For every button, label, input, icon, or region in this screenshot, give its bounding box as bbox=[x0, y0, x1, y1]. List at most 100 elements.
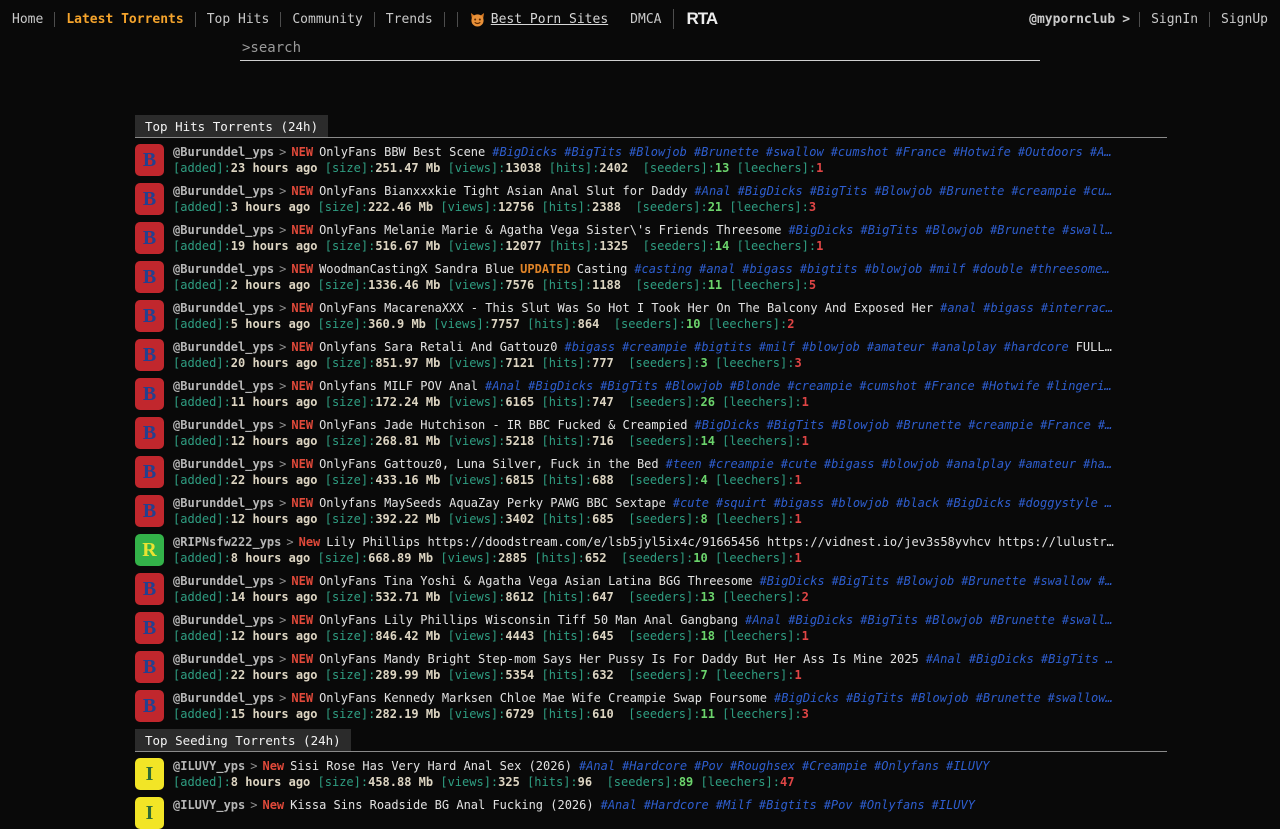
signin-button[interactable]: SignIn bbox=[1139, 12, 1209, 27]
user-avatar[interactable]: B bbox=[135, 183, 164, 215]
tag-link[interactable]: #ILUVY bbox=[932, 798, 975, 812]
username-link[interactable]: @Burunddel_yps bbox=[173, 652, 274, 666]
tag-link[interactable]: #Blowjob bbox=[665, 379, 723, 393]
torrent-title[interactable]: Kissa Sins Roadside BG Anal Fucking (202… bbox=[290, 798, 593, 812]
tag-link[interactable]: #BigTits bbox=[810, 184, 868, 198]
tag-link[interactable]: #ILUVY bbox=[946, 759, 989, 773]
tag-link[interactable]: #Brunette bbox=[976, 691, 1041, 705]
tag-link[interactable]: #anal bbox=[699, 262, 735, 276]
tag-link[interactable]: #threesome… bbox=[1030, 262, 1109, 276]
tag-link[interactable]: #France bbox=[924, 379, 975, 393]
tag-link[interactable]: #BigTits bbox=[767, 418, 825, 432]
tag-link[interactable]: … bbox=[1106, 652, 1113, 666]
tag-link[interactable]: #BigTits bbox=[832, 574, 890, 588]
tag-link[interactable]: #bigass bbox=[742, 262, 793, 276]
tag-link[interactable]: #Anal bbox=[695, 184, 731, 198]
tag-link[interactable]: #milf bbox=[929, 262, 965, 276]
nav-item-top-hits[interactable]: Top Hits bbox=[196, 12, 282, 27]
tag-link[interactable]: #BigDicks bbox=[788, 223, 853, 237]
tag-link[interactable]: #lingeri… bbox=[1047, 379, 1112, 393]
tag-link[interactable]: #cumshot bbox=[831, 145, 889, 159]
section-title[interactable]: Top Seeding Torrents (24h) bbox=[135, 729, 351, 751]
tag-link[interactable]: #bigass bbox=[824, 457, 875, 471]
tag-link[interactable]: #bigass bbox=[983, 301, 1034, 315]
torrent-title[interactable]: OnlyFans Gattouz0, Luna Silver, Fuck in … bbox=[319, 457, 659, 471]
tag-link[interactable]: #Blowjob bbox=[629, 145, 687, 159]
torrent-title[interactable]: OnlyFans Tina Yoshi & Agatha Vega Asian … bbox=[319, 574, 752, 588]
tag-link[interactable]: #creampie bbox=[622, 340, 687, 354]
tag-link[interactable]: #France bbox=[1040, 418, 1091, 432]
tag-link[interactable]: #casting bbox=[634, 262, 692, 276]
tag-link[interactable]: … bbox=[1105, 496, 1112, 510]
tag-link[interactable]: #Hotwife bbox=[982, 379, 1040, 393]
tag-link[interactable]: #BigDicks bbox=[774, 691, 839, 705]
tag-link[interactable]: #teen bbox=[666, 457, 702, 471]
tag-link[interactable]: #Pov bbox=[824, 798, 853, 812]
tag-link[interactable]: #Brunette bbox=[896, 418, 961, 432]
torrent-title[interactable]: OnlyFans Jade Hutchison - IR BBC Fucked … bbox=[319, 418, 687, 432]
tag-link[interactable]: #… bbox=[1098, 418, 1112, 432]
tag-link[interactable]: #Brunette bbox=[961, 574, 1026, 588]
username-link[interactable]: @Burunddel_yps bbox=[173, 613, 274, 627]
user-avatar[interactable]: B bbox=[135, 573, 164, 605]
tag-link[interactable]: #BigDicks bbox=[969, 652, 1034, 666]
tag-link[interactable]: #creampie bbox=[709, 457, 774, 471]
torrent-title[interactable]: Sisi Rose Has Very Hard Anal Sex (2026) bbox=[290, 759, 572, 773]
username-link[interactable]: @Burunddel_yps bbox=[173, 418, 274, 432]
tag-link[interactable]: #amateur bbox=[1018, 457, 1076, 471]
torrent-title[interactable]: Onlyfans MILF POV Anal bbox=[319, 379, 478, 393]
tag-link[interactable]: #Brunette bbox=[990, 613, 1055, 627]
tag-link[interactable]: #BigDicks bbox=[946, 496, 1011, 510]
torrent-title[interactable]: OnlyFans Bianxxxkie Tight Asian Anal Slu… bbox=[319, 184, 687, 198]
tag-link[interactable]: #swallow bbox=[766, 145, 824, 159]
user-avatar[interactable]: B bbox=[135, 690, 164, 722]
user-avatar[interactable]: B bbox=[135, 300, 164, 332]
tag-link[interactable]: #BigDicks bbox=[528, 379, 593, 393]
tag-link[interactable]: #Onlyfans bbox=[860, 798, 925, 812]
tag-link[interactable]: #swallow… bbox=[1048, 691, 1113, 705]
tag-link[interactable]: #Blowjob bbox=[925, 613, 983, 627]
username-link[interactable]: @Burunddel_yps bbox=[173, 184, 274, 198]
tag-link[interactable]: #blowjob bbox=[802, 340, 860, 354]
tag-link[interactable]: #… bbox=[1098, 574, 1112, 588]
tag-link[interactable]: #cute bbox=[673, 496, 709, 510]
tag-link[interactable]: #milf bbox=[759, 340, 795, 354]
username-link[interactable]: @Burunddel_yps bbox=[173, 301, 274, 315]
user-avatar[interactable]: B bbox=[135, 456, 164, 488]
tag-link[interactable]: #Pov bbox=[694, 759, 723, 773]
tag-link[interactable]: #France bbox=[896, 145, 947, 159]
tag-link[interactable]: #bigass bbox=[774, 496, 825, 510]
tag-link[interactable]: #anal bbox=[940, 301, 976, 315]
user-avatar[interactable]: B bbox=[135, 378, 164, 410]
nav-item-home[interactable]: Home bbox=[8, 12, 55, 27]
torrent-title[interactable]: OnlyFans Kennedy Marksen Chloe Mae Wife … bbox=[319, 691, 767, 705]
tag-link[interactable]: #creampie bbox=[968, 418, 1033, 432]
search-input[interactable] bbox=[240, 40, 1040, 61]
user-avatar[interactable]: B bbox=[135, 144, 164, 176]
tag-link[interactable]: #BigDicks bbox=[788, 613, 853, 627]
tag-link[interactable]: #Anal bbox=[926, 652, 962, 666]
username-link[interactable]: @Burunddel_yps bbox=[173, 496, 274, 510]
torrent-title[interactable]: Onlyfans MaySeeds AquaZay Perky PAWG BBC… bbox=[319, 496, 666, 510]
tag-link[interactable]: #BigDicks bbox=[760, 574, 825, 588]
username-link[interactable]: @Burunddel_yps bbox=[173, 145, 274, 159]
nav-item-latest-torrents[interactable]: Latest Torrents bbox=[55, 12, 195, 27]
tag-link[interactable]: #blowjob bbox=[865, 262, 923, 276]
tag-link[interactable]: #BigTits bbox=[860, 223, 918, 237]
user-avatar[interactable]: B bbox=[135, 261, 164, 293]
tag-link[interactable]: #squirt bbox=[716, 496, 767, 510]
tag-link[interactable]: #Blowjob bbox=[875, 184, 933, 198]
torrent-title[interactable]: Onlyfans Sara Retali And Gattouz0 bbox=[319, 340, 557, 354]
username-link[interactable]: @Burunddel_yps bbox=[173, 379, 274, 393]
tag-link[interactable]: #hardcore bbox=[1004, 340, 1069, 354]
tag-link[interactable]: #bigtits bbox=[694, 340, 752, 354]
signup-button[interactable]: SignUp bbox=[1209, 12, 1270, 27]
account-handle[interactable]: @mypornclub bbox=[1029, 12, 1115, 27]
username-link[interactable]: @RIPNsfw222_yps bbox=[173, 535, 281, 549]
tag-link[interactable]: #swallow bbox=[1033, 574, 1091, 588]
tag-link[interactable]: #BigDicks bbox=[492, 145, 557, 159]
username-link[interactable]: @Burunddel_yps bbox=[173, 691, 274, 705]
tag-link[interactable]: #BigDicks bbox=[695, 418, 760, 432]
tag-link[interactable]: #Blonde bbox=[730, 379, 781, 393]
tag-link[interactable]: #bigass bbox=[565, 340, 616, 354]
